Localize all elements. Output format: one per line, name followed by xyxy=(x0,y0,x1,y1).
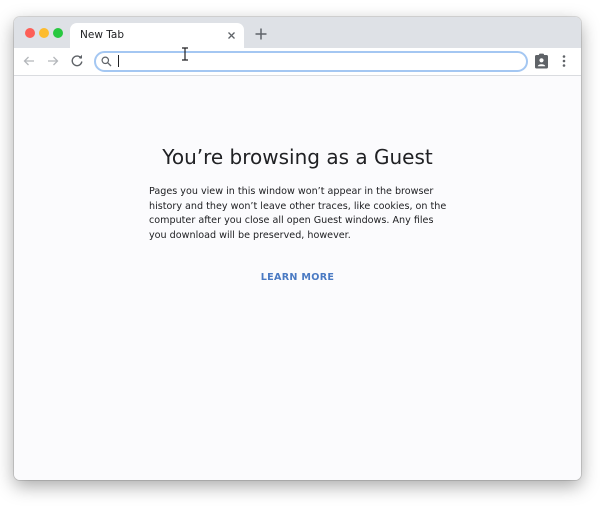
close-window-button[interactable] xyxy=(25,28,35,38)
page-content: You’re browsing as a Guest Pages you vie… xyxy=(14,76,581,480)
more-vert-icon[interactable] xyxy=(560,53,568,69)
minimize-window-button[interactable] xyxy=(39,28,49,38)
tab-new-tab[interactable]: New Tab xyxy=(70,23,244,48)
toolbar xyxy=(14,48,581,76)
guest-profile-icon[interactable] xyxy=(534,53,549,69)
arrow-left-icon[interactable] xyxy=(22,54,36,68)
text-cursor-icon xyxy=(182,47,188,61)
reload-icon[interactable] xyxy=(70,54,84,68)
arrow-right-icon[interactable] xyxy=(46,54,60,68)
close-icon[interactable] xyxy=(225,29,238,42)
tab-title: New Tab xyxy=(80,29,125,41)
guest-description: Pages you view in this window won’t appe… xyxy=(149,186,447,241)
learn-more-link[interactable]: LEARN MORE xyxy=(14,272,581,283)
text-caret xyxy=(118,55,119,67)
address-input[interactable] xyxy=(118,54,508,69)
search-icon xyxy=(101,56,112,67)
tab-strip: New Tab xyxy=(14,17,581,48)
address-bar[interactable] xyxy=(94,51,528,72)
browser-window: New Tab You’re browsing as a Guest Pages… xyxy=(14,17,581,480)
page-title: You’re browsing as a Guest xyxy=(162,145,433,169)
plus-icon[interactable] xyxy=(254,27,268,41)
maximize-window-button[interactable] xyxy=(53,28,63,38)
